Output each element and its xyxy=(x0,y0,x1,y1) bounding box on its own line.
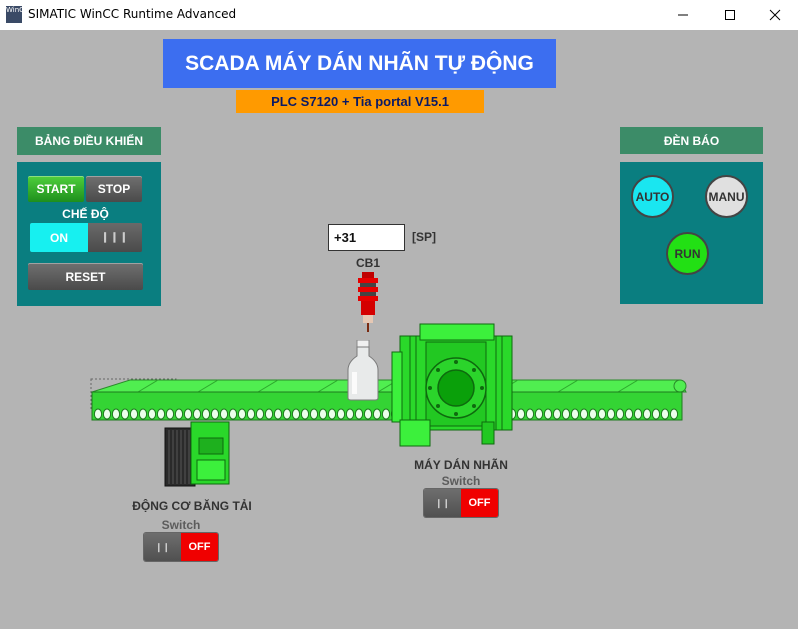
conveyor-roller xyxy=(525,408,535,420)
conveyor-roller xyxy=(111,408,121,420)
conveyor-roller xyxy=(291,408,301,420)
conveyor-roller xyxy=(606,408,616,420)
conveyor-roller xyxy=(588,408,598,420)
labeling-machine-switch-grip: ❙❙ xyxy=(424,489,461,517)
conveyor-roller xyxy=(570,408,580,420)
conveyor-roller xyxy=(372,408,382,420)
conveyor-roller xyxy=(273,408,283,420)
reset-button[interactable]: RESET xyxy=(28,263,143,290)
sensor-unit: [SP] xyxy=(412,230,436,244)
conveyor-roller xyxy=(345,408,355,420)
conveyor-motor-icon xyxy=(164,421,230,487)
start-button[interactable]: START xyxy=(28,176,84,202)
manu-lamp: MANU xyxy=(705,175,748,218)
control-panel-title: BẢNG ĐIỀU KHIỂN xyxy=(17,127,161,155)
conveyor-roller xyxy=(354,408,364,420)
conveyor-roller xyxy=(120,408,130,420)
close-icon xyxy=(769,9,781,21)
conveyor-roller xyxy=(282,408,292,420)
conveyor-motor-switch-grip: ❙❙ xyxy=(144,533,181,561)
page-title: SCADA MÁY DÁN NHÃN TỰ ĐỘNG xyxy=(163,39,556,88)
conveyor-roller xyxy=(336,408,346,420)
close-button[interactable] xyxy=(752,0,798,30)
conveyor-roller xyxy=(300,408,310,420)
conveyor-roller xyxy=(237,408,247,420)
mode-toggle-switch[interactable]: ON ❙❙❙ xyxy=(30,223,142,252)
conveyor-roller xyxy=(246,408,256,420)
conveyor-roller xyxy=(552,408,562,420)
conveyor-roller xyxy=(318,408,328,420)
maximize-button[interactable] xyxy=(707,0,753,30)
conveyor-roller xyxy=(642,408,652,420)
conveyor-roller xyxy=(147,408,157,420)
conveyor-roller xyxy=(264,408,274,420)
minimize-icon xyxy=(678,14,688,16)
conveyor-motor-label: ĐỘNG CƠ BĂNG TẢI xyxy=(132,499,252,513)
mode-off-grip: ❙❙❙ xyxy=(88,223,142,252)
bottle-icon xyxy=(347,340,379,401)
sensor-value-field[interactable]: +31 xyxy=(328,224,405,251)
conveyor-roller xyxy=(363,408,373,420)
stop-button[interactable]: STOP xyxy=(86,176,142,202)
mode-label: CHẾ ĐỘ xyxy=(62,207,109,221)
labeling-machine-label: MÁY DÁN NHÃN xyxy=(414,458,508,472)
conveyor-roller xyxy=(660,408,670,420)
conveyor-motor-switch[interactable]: ❙❙ OFF xyxy=(144,533,218,561)
conveyor-roller xyxy=(543,408,553,420)
conveyor-roller xyxy=(579,408,589,420)
mode-on-label: ON xyxy=(30,223,88,252)
run-lamp: RUN xyxy=(666,232,709,275)
conveyor-roller xyxy=(129,408,139,420)
sensor-name: CB1 xyxy=(355,256,380,270)
conveyor-motor-switch-label: Switch xyxy=(161,518,201,532)
conveyor-roller xyxy=(309,408,319,420)
conveyor-roller xyxy=(102,408,112,420)
conveyor-roller xyxy=(381,408,391,420)
maximize-icon xyxy=(725,10,735,20)
page-subtitle: PLC S7120 + Tia portal V15.1 xyxy=(236,90,484,113)
conveyor-roller xyxy=(255,408,265,420)
conveyor-motor-switch-state: OFF xyxy=(181,533,218,561)
conveyor-roller xyxy=(597,408,607,420)
conveyor-roller xyxy=(93,408,103,420)
conveyor-roller xyxy=(561,408,571,420)
labeling-machine-switch-state: OFF xyxy=(461,489,498,517)
conveyor-roller xyxy=(534,408,544,420)
conveyor-roller xyxy=(633,408,643,420)
conveyor-roller xyxy=(327,408,337,420)
conveyor-roller xyxy=(615,408,625,420)
window-title: SIMATIC WinCC Runtime Advanced xyxy=(28,7,237,21)
conveyor-roller xyxy=(651,408,661,420)
conveyor-roller xyxy=(138,408,148,420)
proximity-sensor-icon xyxy=(358,272,378,332)
labeling-machine-switch-label: Switch xyxy=(441,474,481,488)
minimize-button[interactable] xyxy=(660,0,706,30)
window-titlebar: WinCC SIMATIC WinCC Runtime Advanced xyxy=(0,0,798,30)
labeling-machine-icon xyxy=(391,323,513,447)
auto-lamp: AUTO xyxy=(631,175,674,218)
labeling-machine-switch[interactable]: ❙❙ OFF xyxy=(424,489,498,517)
indicator-panel-title: ĐÈN BÁO xyxy=(620,127,763,154)
wincc-app-icon: WinCC xyxy=(6,6,29,23)
conveyor-roller xyxy=(624,408,634,420)
conveyor-roller xyxy=(669,408,679,420)
